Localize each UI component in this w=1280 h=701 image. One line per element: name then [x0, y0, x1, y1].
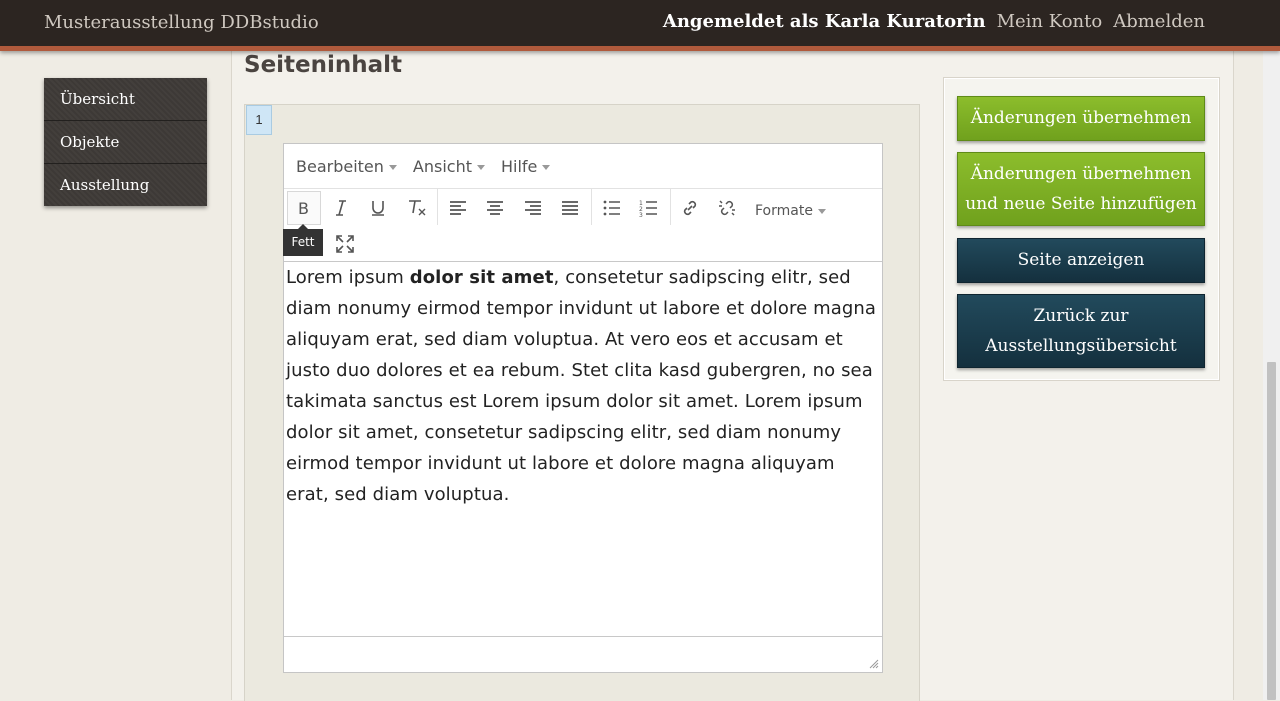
- editor-statusbar: [284, 636, 882, 672]
- sidebar-item-exhibition[interactable]: Ausstellung: [44, 164, 207, 206]
- actions-panel: Änderungen übernehmen Änderungen überneh…: [943, 77, 1220, 381]
- formats-dropdown[interactable]: Formate: [755, 197, 826, 225]
- menu-view[interactable]: Ansicht: [405, 157, 493, 176]
- resize-handle-icon[interactable]: [869, 659, 879, 669]
- apply-and-add-page-button[interactable]: Änderungen übernehmen und neue Seite hin…: [957, 152, 1205, 226]
- align-center-button[interactable]: [478, 191, 512, 225]
- bullet-list-icon: [603, 200, 620, 216]
- svg-text:B: B: [298, 199, 309, 218]
- menu-view-label: Ansicht: [412, 156, 472, 176]
- show-page-button[interactable]: Seite anzeigen: [957, 238, 1205, 283]
- section-title: Seiteninhalt: [244, 52, 403, 78]
- clear-formatting-icon: [409, 200, 426, 216]
- align-justify-icon: [562, 201, 578, 215]
- site-title[interactable]: Musterausstellung DDBstudio: [44, 12, 319, 33]
- editor-menubar: Bearbeiten Ansicht Hilfe: [284, 144, 882, 189]
- menu-edit[interactable]: Bearbeiten: [288, 157, 405, 176]
- formats-label: Formate: [755, 203, 813, 219]
- align-left-icon: [450, 201, 466, 215]
- bold-button[interactable]: B: [287, 191, 321, 225]
- top-nav: Angemeldet als Karla Kuratorin Mein Kont…: [663, 11, 1205, 32]
- content-text-rest: , consetetur sadipscing elitr, sed diam …: [286, 267, 877, 505]
- apply-changes-button[interactable]: Änderungen übernehmen: [957, 96, 1205, 141]
- top-bar: Musterausstellung DDBstudio Angemeldet a…: [0, 0, 1280, 51]
- numbered-list-button[interactable]: 123: [632, 191, 666, 225]
- editor-content[interactable]: Lorem ipsum dolor sit amet, consetetur s…: [286, 262, 880, 510]
- link-icon: [683, 200, 697, 216]
- bullet-list-button[interactable]: [595, 191, 629, 225]
- scrollbar-thumb[interactable]: [1267, 362, 1276, 700]
- menu-help[interactable]: Hilfe: [493, 157, 558, 176]
- content-text-start: Lorem ipsum: [286, 267, 410, 288]
- logout-link[interactable]: Abmelden: [1113, 11, 1205, 32]
- align-left-button[interactable]: [441, 191, 475, 225]
- align-right-button[interactable]: [516, 191, 550, 225]
- italic-button[interactable]: [324, 191, 358, 225]
- svg-text:3: 3: [639, 212, 643, 218]
- logged-in-user: Angemeldet als Karla Kuratorin: [662, 11, 986, 32]
- chevron-down-icon: [817, 208, 826, 214]
- underline-button[interactable]: [361, 191, 395, 225]
- editor-toolbar: B 123 Formate: [284, 189, 882, 262]
- unlink-button[interactable]: [710, 191, 744, 225]
- align-justify-button[interactable]: [553, 191, 587, 225]
- page-scrollbar[interactable]: [1263, 0, 1280, 700]
- content-bold-text: dolor sit amet: [409, 267, 554, 288]
- link-button[interactable]: [673, 191, 707, 225]
- unlink-icon: [719, 200, 735, 216]
- toolbar-divider: [437, 189, 438, 225]
- align-center-icon: [487, 201, 503, 215]
- back-to-overview-button[interactable]: Zurück zur Ausstellungsübersicht: [957, 294, 1205, 368]
- toolbar-divider: [591, 189, 592, 225]
- sidebar-item-overview[interactable]: Übersicht: [44, 78, 207, 121]
- page-number-tab[interactable]: 1: [246, 105, 272, 135]
- numbered-list-icon: 123: [639, 200, 657, 218]
- chevron-down-icon: [542, 164, 551, 170]
- underline-icon: [372, 201, 384, 216]
- sidebar-nav: Übersicht Objekte Ausstellung: [44, 78, 207, 206]
- chevron-down-icon: [388, 164, 397, 170]
- bold-tooltip: Fett: [283, 224, 323, 256]
- account-link[interactable]: Mein Konto: [997, 11, 1103, 32]
- chevron-down-icon: [476, 164, 485, 170]
- bold-icon: B: [298, 199, 309, 218]
- rich-text-editor: Bearbeiten Ansicht Hilfe B 1 2 3 Formate…: [283, 143, 883, 673]
- fullscreen-button[interactable]: [328, 227, 362, 261]
- menu-edit-label: Bearbeiten: [296, 156, 384, 176]
- align-right-icon: [525, 201, 541, 215]
- fullscreen-icon: [336, 235, 354, 253]
- clear-formatting-button[interactable]: [400, 191, 434, 225]
- italic-icon: [336, 200, 346, 216]
- menu-help-label: Hilfe: [500, 156, 538, 176]
- toolbar-divider: [670, 189, 671, 225]
- sidebar-item-objects[interactable]: Objekte: [44, 121, 207, 164]
